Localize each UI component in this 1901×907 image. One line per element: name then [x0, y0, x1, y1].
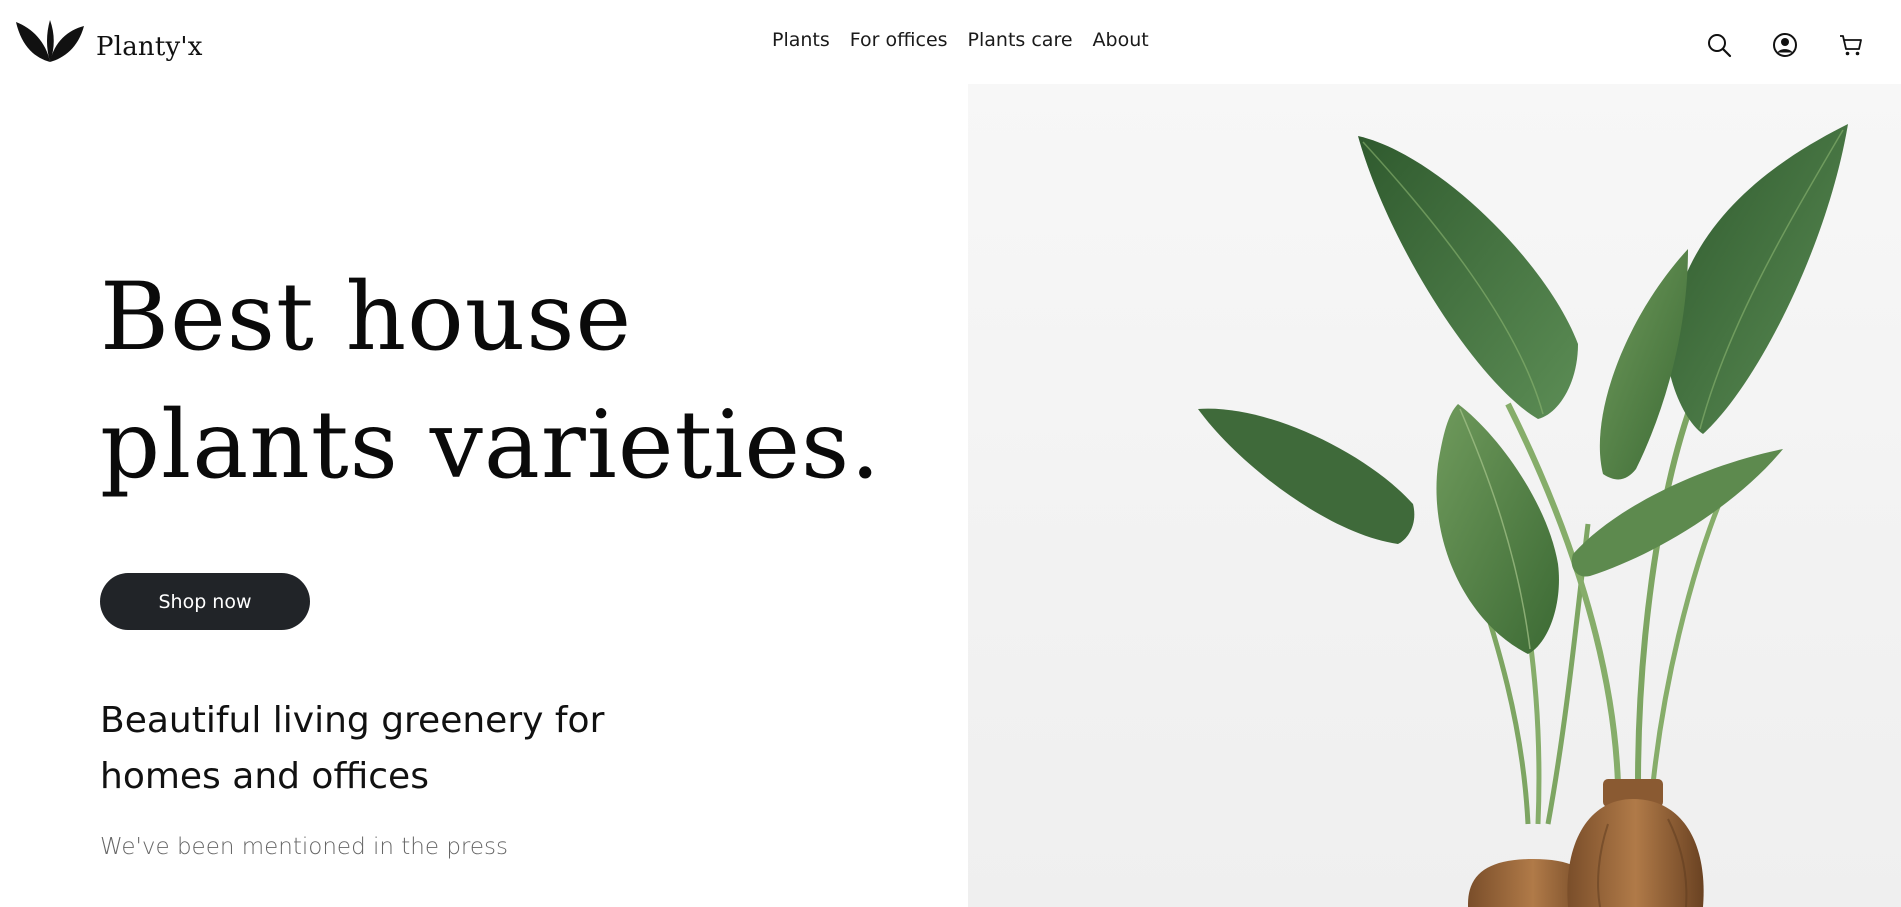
plant-illustration [1198, 124, 1848, 907]
user-icon[interactable] [1772, 32, 1798, 58]
brand-name: Planty'x [96, 32, 203, 62]
nav-item-plants-care[interactable]: Plants care [968, 29, 1073, 51]
nav-item-about[interactable]: About [1093, 29, 1149, 51]
leaves-logo-icon [16, 20, 84, 62]
header-actions [1706, 32, 1864, 58]
hero-plant-image [968, 84, 1901, 907]
site-header: Planty'x Plants For offices Plants care … [0, 0, 1901, 84]
hero-headline: Best house plants varieties. [100, 254, 881, 510]
headline-line-1: Best house [100, 263, 633, 372]
shop-now-button[interactable]: Shop now [100, 573, 310, 630]
cart-icon[interactable] [1838, 32, 1864, 58]
nav-item-plants[interactable]: Plants [772, 29, 830, 51]
headline-line-2: plants varieties. [100, 391, 882, 500]
brand-logo[interactable]: Planty'x [14, 18, 203, 64]
search-icon[interactable] [1706, 32, 1732, 58]
hero-subtitle: Beautiful living greenery for homes and … [100, 700, 605, 797]
press-mention-text: We've been mentioned in the press [100, 834, 508, 860]
nav-item-for-offices[interactable]: For offices [850, 29, 948, 51]
main-nav: Plants For offices Plants care About [772, 29, 1149, 51]
